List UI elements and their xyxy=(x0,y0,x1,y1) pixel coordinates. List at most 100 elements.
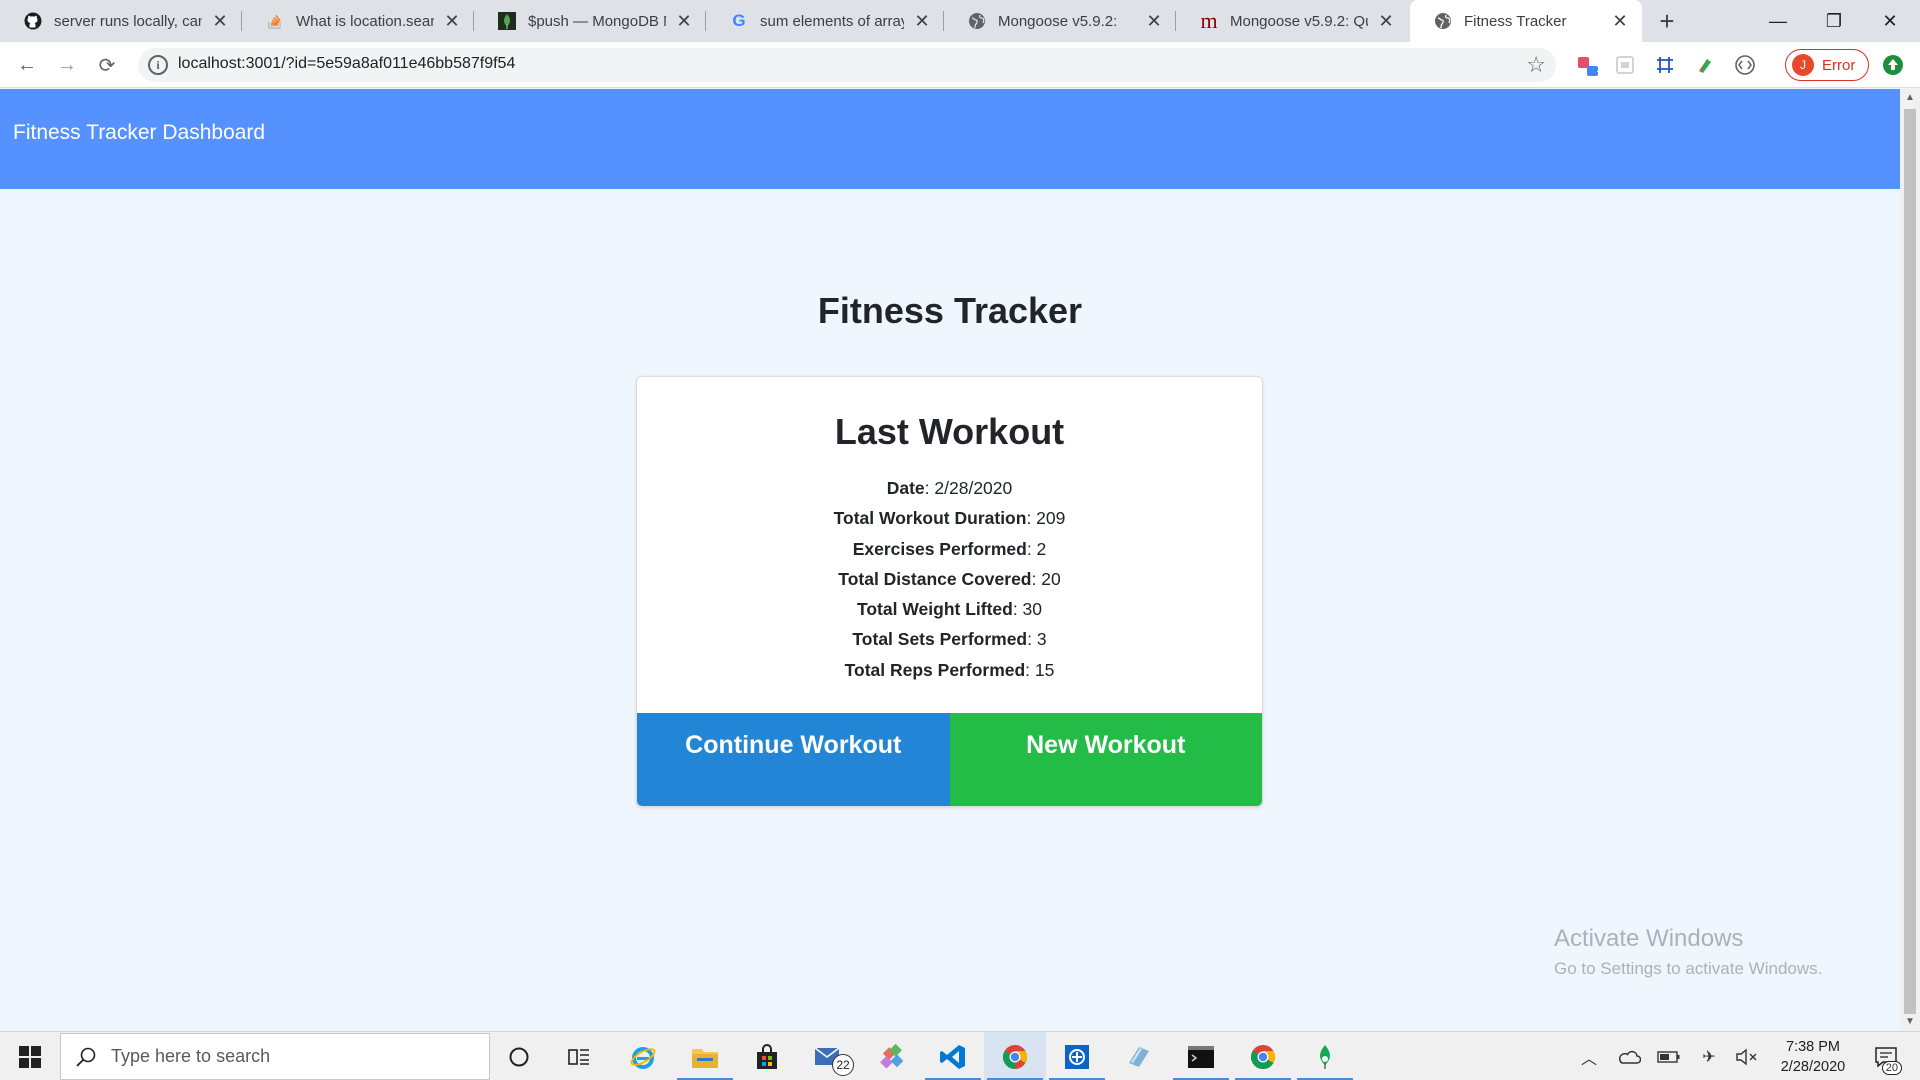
site-info-icon[interactable]: i xyxy=(148,55,168,75)
close-tab-icon[interactable]: ✕ xyxy=(210,11,230,31)
action-center-icon[interactable]: 20 xyxy=(1866,1032,1906,1080)
close-tab-icon[interactable]: ✕ xyxy=(674,11,694,31)
bookmark-star-icon[interactable]: ☆ xyxy=(1526,52,1546,78)
extension-box-icon[interactable] xyxy=(1612,52,1638,78)
globe-icon xyxy=(1434,12,1452,30)
clock-date: 2/28/2020 xyxy=(1780,1059,1846,1075)
tab-4[interactable]: Mongoose v5.9.2: ✕ xyxy=(944,0,1176,42)
git-diamond-icon[interactable] xyxy=(860,1032,922,1080)
mongodb-icon xyxy=(498,12,516,30)
globe-icon xyxy=(968,12,986,30)
stat-label: Date xyxy=(886,478,925,498)
scroll-up-arrow-icon[interactable]: ▲ xyxy=(1905,92,1915,103)
close-tab-icon[interactable]: ✕ xyxy=(442,11,462,31)
close-tab-icon[interactable]: ✕ xyxy=(1144,11,1164,31)
terminal-icon[interactable] xyxy=(1170,1032,1232,1080)
task-view-icon[interactable] xyxy=(548,1032,610,1080)
stat-duration: Total Workout Duration: 209 xyxy=(637,503,1262,533)
address-bar[interactable]: i localhost:3001/?id=5e59a8af011e46bb587… xyxy=(138,48,1556,82)
tab-2[interactable]: $push — MongoDB M ✕ xyxy=(474,0,706,42)
stackoverflow-icon xyxy=(266,12,284,30)
activate-windows-watermark: Activate Windows Go to Settings to activ… xyxy=(1554,925,1822,979)
system-clock[interactable]: 7:38 PM 2/28/2020 xyxy=(1770,1037,1856,1077)
code-brackets-icon[interactable] xyxy=(1732,52,1758,78)
close-window-icon[interactable]: ✕ xyxy=(1862,0,1918,42)
tab-title: Mongoose v5.9.2: Que xyxy=(1230,12,1368,30)
tab-3[interactable]: G sum elements of array ✕ xyxy=(706,0,944,42)
stat-date: Date: 2/28/2020 xyxy=(637,473,1262,503)
tab-strip: server runs locally, can ✕ What is locat… xyxy=(0,0,1920,42)
color-pen-icon[interactable] xyxy=(1692,52,1718,78)
app-blue-square-icon[interactable] xyxy=(1046,1032,1108,1080)
stat-distance: Total Distance Covered: 20 xyxy=(637,564,1262,594)
stat-value: : 15 xyxy=(1025,659,1055,680)
notepad-tablet-icon[interactable] xyxy=(1108,1032,1170,1080)
new-tab-button[interactable]: + xyxy=(1652,6,1682,36)
tab-title: server runs locally, can xyxy=(54,12,202,30)
github-icon xyxy=(24,12,42,30)
mongodb-compass-icon[interactable] xyxy=(1294,1032,1356,1080)
profile-avatar: J xyxy=(1792,54,1814,76)
tab-5[interactable]: m Mongoose v5.9.2: Que ✕ xyxy=(1176,0,1408,42)
airplane-mode-icon[interactable]: ✈ xyxy=(1694,1032,1724,1080)
tab-title: $push — MongoDB M xyxy=(528,12,666,30)
volume-muted-icon[interactable] xyxy=(1732,1032,1762,1080)
windows-start-icon[interactable] xyxy=(0,1032,60,1080)
extension-badge: 1 xyxy=(1596,69,1602,80)
cortana-circle-icon[interactable] xyxy=(488,1032,550,1080)
stat-value: : 30 xyxy=(1012,599,1043,620)
tab-6-active[interactable]: Fitness Tracker ✕ xyxy=(1410,0,1642,42)
continue-workout-button[interactable]: Continue Workout xyxy=(637,713,950,806)
stat-exercises: Exercises Performed: 2 xyxy=(637,534,1262,564)
battery-icon[interactable] xyxy=(1654,1032,1684,1080)
watermark-title: Activate Windows xyxy=(1554,925,1744,952)
file-explorer-icon[interactable] xyxy=(674,1032,736,1080)
vscode-icon[interactable] xyxy=(922,1032,984,1080)
reload-icon[interactable]: ⟳ xyxy=(91,49,123,81)
taskbar-search-box[interactable]: Type here to search xyxy=(60,1033,490,1080)
url-text[interactable]: localhost:3001/?id=5e59a8af011e46bb587f9… xyxy=(178,55,515,73)
clock-time: 7:38 PM xyxy=(1786,1039,1840,1055)
stat-label: Total Workout Duration xyxy=(833,508,1027,529)
crop-hash-icon[interactable] xyxy=(1652,52,1678,78)
extension-puzzle-icon[interactable]: 1 xyxy=(1574,52,1602,80)
tab-0[interactable]: server runs locally, can ✕ xyxy=(0,0,242,42)
stat-value: : 2/28/2020 xyxy=(924,478,1013,498)
navbar-brand[interactable]: Fitness Tracker Dashboard xyxy=(13,121,265,145)
close-tab-icon[interactable]: ✕ xyxy=(912,11,932,31)
chrome-icon[interactable] xyxy=(984,1032,1046,1080)
close-tab-icon[interactable]: ✕ xyxy=(1610,11,1630,31)
internet-explorer-icon[interactable] xyxy=(612,1032,674,1080)
mongoose-icon: m xyxy=(1200,8,1218,33)
back-arrow-icon[interactable]: ← xyxy=(11,49,43,81)
tab-title: sum elements of array xyxy=(760,12,904,30)
onedrive-cloud-icon[interactable] xyxy=(1614,1032,1644,1080)
stat-weight: Total Weight Lifted: 30 xyxy=(637,594,1262,624)
search-icon xyxy=(76,1047,96,1067)
update-arrow-icon[interactable] xyxy=(1880,52,1906,78)
stat-value: : 2 xyxy=(1026,538,1047,559)
tab-title: Mongoose v5.9.2: xyxy=(998,12,1118,30)
google-icon: G xyxy=(732,11,746,30)
workout-stats: Date: 2/28/2020 Total Workout Duration: … xyxy=(637,473,1262,685)
search-placeholder: Type here to search xyxy=(111,1046,271,1066)
browser-toolbar: ← → ⟳ i localhost:3001/?id=5e59a8af011e4… xyxy=(0,42,1920,88)
stat-sets: Total Sets Performed: 3 xyxy=(637,624,1262,654)
mail-icon[interactable]: 22 xyxy=(798,1032,860,1080)
profile-error-button[interactable]: J Error xyxy=(1785,49,1869,81)
minimize-icon[interactable]: — xyxy=(1750,0,1806,42)
close-tab-icon[interactable]: ✕ xyxy=(1376,11,1396,31)
stat-reps: Total Reps Performed: 15 xyxy=(637,655,1262,685)
page-scrollbar[interactable]: ▲ ▼ xyxy=(1900,89,1920,1031)
scroll-down-arrow-icon[interactable]: ▼ xyxy=(1905,1016,1915,1027)
forward-arrow-icon[interactable]: → xyxy=(51,49,83,81)
show-hidden-icons-chevron-icon[interactable]: ︿ xyxy=(1576,1032,1602,1080)
restore-icon[interactable]: ❐ xyxy=(1806,0,1862,42)
microsoft-store-icon[interactable] xyxy=(736,1032,798,1080)
chrome-second-icon[interactable] xyxy=(1232,1032,1294,1080)
stat-value: : 3 xyxy=(1027,629,1047,650)
tab-1[interactable]: What is location.search ✕ xyxy=(242,0,474,42)
new-workout-button[interactable]: New Workout xyxy=(949,713,1262,806)
stat-label: Total Distance Covered xyxy=(838,568,1032,589)
scrollbar-thumb[interactable] xyxy=(1904,109,1916,1014)
